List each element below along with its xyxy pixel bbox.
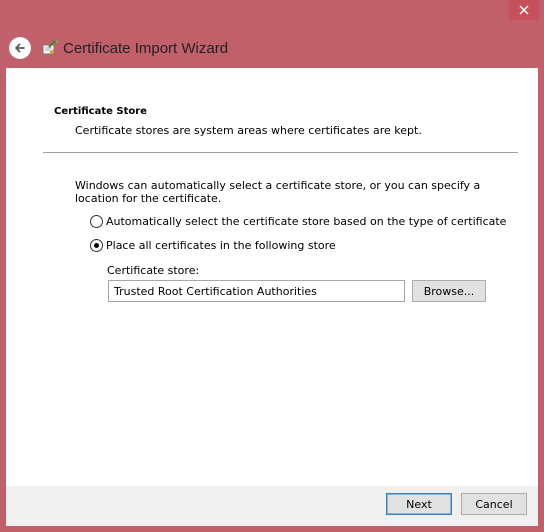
window-title: Certificate Import Wizard: [63, 39, 229, 57]
option-label: Place all certificates in the following …: [106, 239, 336, 252]
next-button[interactable]: Next: [386, 493, 452, 515]
certificate-store-field[interactable]: [108, 280, 405, 302]
option-auto-select[interactable]: Automatically select the certificate sto…: [90, 215, 506, 228]
back-arrow-icon: [15, 43, 25, 53]
section-description: Certificate stores are system areas wher…: [75, 124, 422, 137]
option-place-in-store[interactable]: Place all certificates in the following …: [90, 239, 336, 252]
close-icon: [519, 5, 529, 15]
section-title: Certificate Store: [54, 106, 147, 117]
store-label: Certificate store:: [107, 264, 200, 277]
intro-text: Windows can automatically select a certi…: [75, 179, 481, 205]
radio-place-in-store[interactable]: [90, 239, 103, 252]
wizard-header: Certificate Import Wizard: [8, 28, 536, 68]
certificate-wizard-icon: [42, 39, 58, 55]
radio-auto-select[interactable]: [90, 215, 103, 228]
divider: [43, 152, 518, 153]
browse-button[interactable]: Browse...: [412, 280, 486, 302]
close-button[interactable]: [509, 0, 539, 20]
wizard-footer: Next Cancel: [6, 486, 538, 526]
cancel-button[interactable]: Cancel: [461, 493, 527, 515]
wizard-content: Certificate Store Certificate stores are…: [6, 68, 538, 486]
back-button[interactable]: [9, 37, 31, 59]
option-label: Automatically select the certificate sto…: [106, 215, 507, 228]
